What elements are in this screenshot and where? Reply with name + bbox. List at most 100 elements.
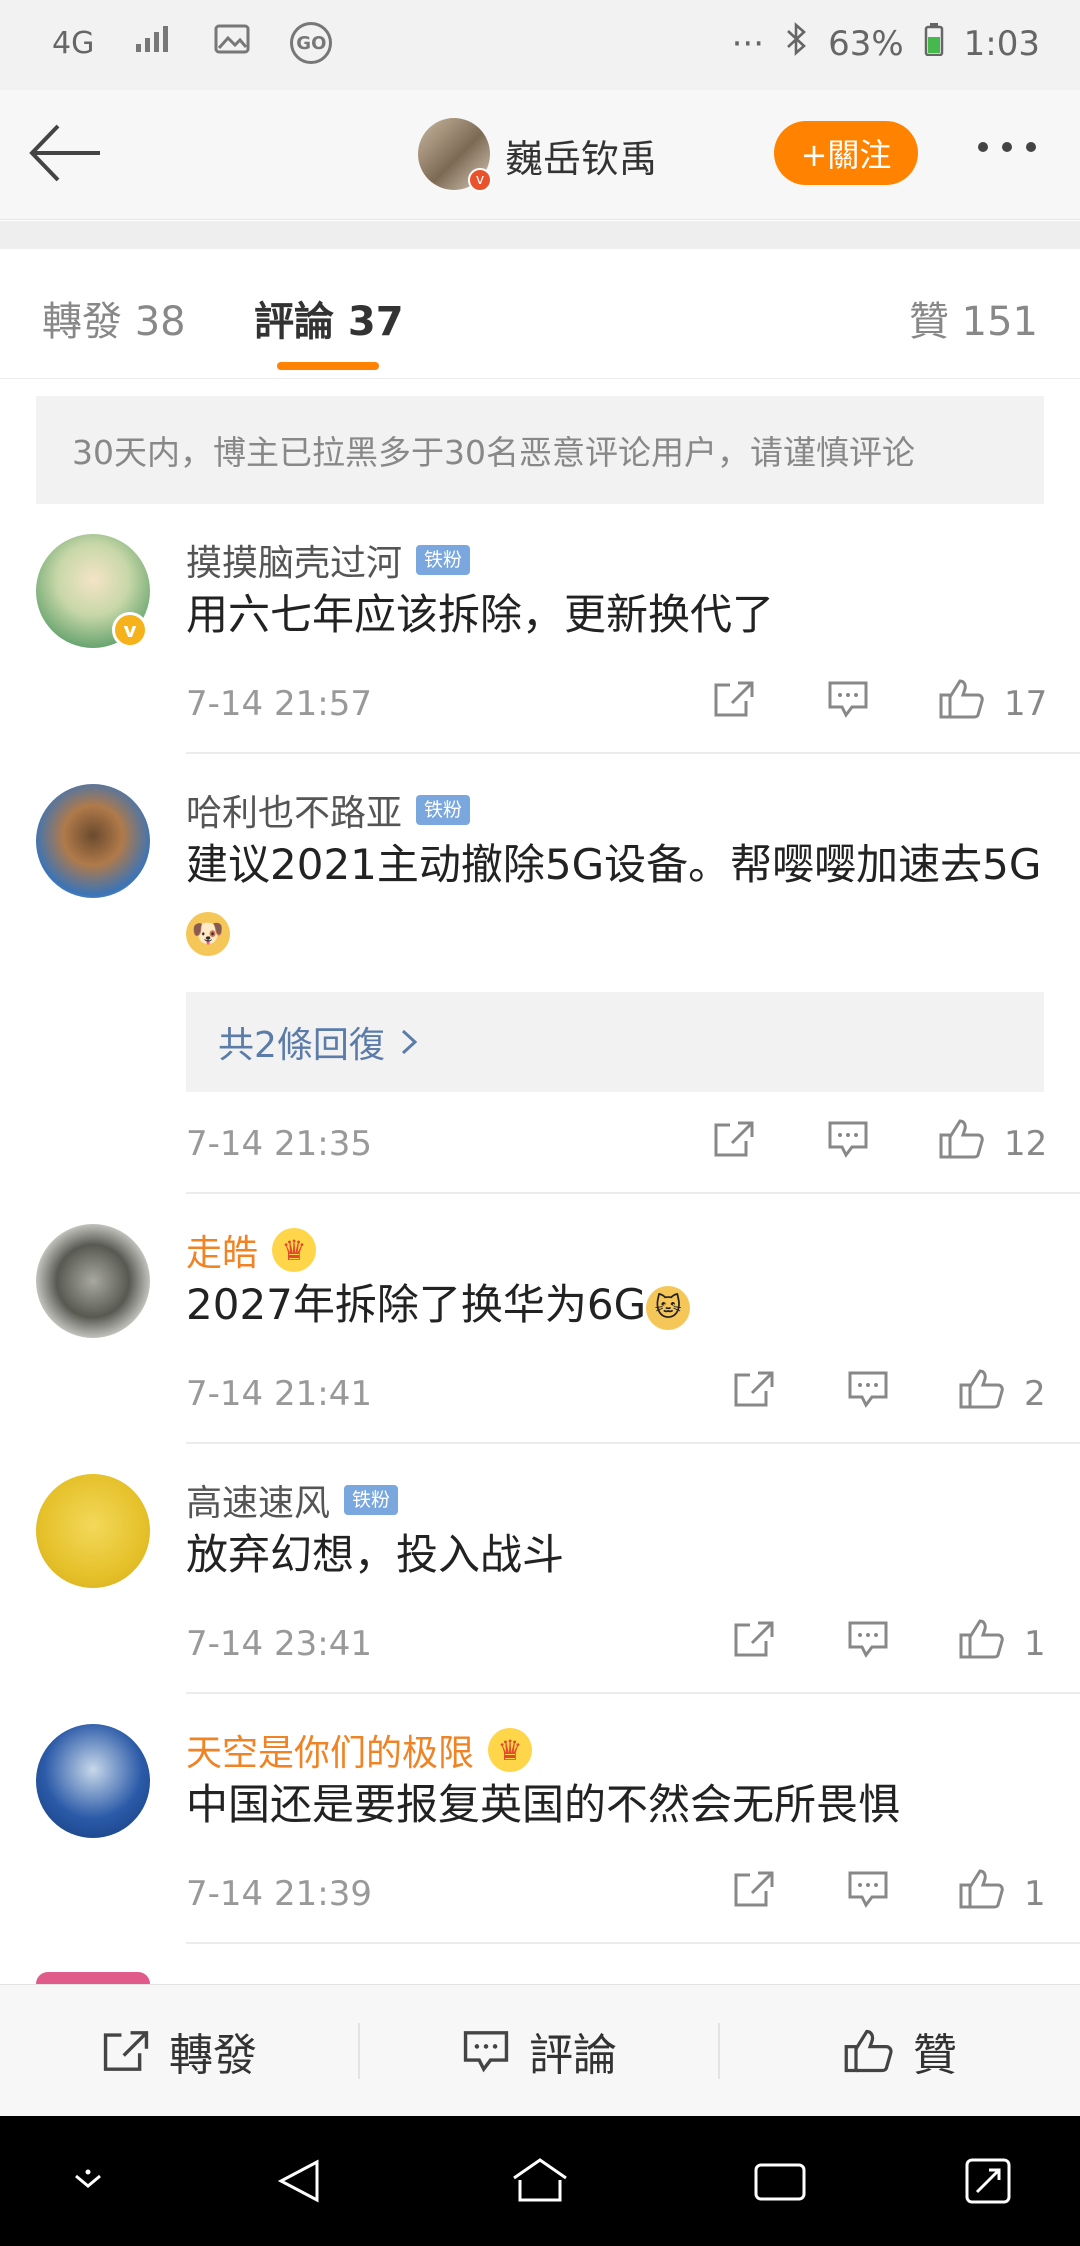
- comment-icon: [828, 1121, 868, 1158]
- comment-label: 評論: [529, 2030, 617, 2081]
- more-options-button[interactable]: [978, 142, 1036, 152]
- comment-button[interactable]: 評論: [360, 1985, 718, 2117]
- commenter-name[interactable]: 高速速风 铁粉: [186, 1474, 399, 1526]
- share-icon: [734, 1871, 774, 1907]
- verified-badge-icon: v: [468, 168, 492, 192]
- comment-time: 7-14 23:41: [186, 1624, 372, 1664]
- share-button[interactable]: [724, 1614, 784, 1664]
- commenter-name-text: 走皓: [186, 1233, 259, 1274]
- commenter-name[interactable]: 摸摸脑壳过河 铁粉: [186, 534, 471, 586]
- thumbs-up-icon: [844, 2029, 893, 2073]
- recent-apps-button[interactable]: [750, 2151, 810, 2211]
- author-name[interactable]: 巍岳钦禹: [505, 128, 657, 183]
- chevron-right-icon: [401, 1029, 418, 1055]
- share-icon: [734, 1621, 774, 1657]
- status-bar: 4G GO ··· 63% 1:03: [0, 0, 1080, 90]
- system-navigation-bar: [0, 2116, 1080, 2246]
- back-triangle-icon: [277, 2159, 319, 2203]
- comment-text: 建议2021主动撤除5G设备。帮嘤嘤加速去5G 🐶: [186, 832, 1044, 964]
- like-count: 1: [1024, 1874, 1046, 1914]
- tab-repost[interactable]: 轉發 38: [42, 289, 186, 347]
- recent-apps-icon: [754, 2163, 806, 2201]
- like-count: 2: [1024, 1374, 1046, 1414]
- tab-comments[interactable]: 評論 37: [254, 289, 404, 347]
- like-count: 17: [1004, 684, 1048, 724]
- reply-button[interactable]: [818, 1114, 878, 1164]
- comment-icon: [463, 2031, 509, 2073]
- like-button[interactable]: [952, 1364, 1012, 1414]
- like-count: 1: [1024, 1624, 1046, 1664]
- dot-icon: [1002, 142, 1012, 152]
- commenter-name-text: 摸摸脑壳过河: [186, 543, 403, 584]
- comment-text: 中国还是要报复英国的不然会无所畏惧: [186, 1780, 901, 1829]
- repost-label: 轉發: [169, 2030, 257, 2081]
- like-button[interactable]: [932, 674, 992, 724]
- chevron-down-icon: [75, 2169, 101, 2188]
- share-icon: [714, 681, 754, 717]
- bottom-action-bar: 轉發 評論 贊: [0, 1984, 1080, 2116]
- comment-divider: [186, 1692, 1080, 1694]
- comment-warning-notice: 30天内，博主已拉黑多于30名恶意评论用户，请谨慎评论: [36, 396, 1044, 504]
- reply-button[interactable]: [838, 1364, 898, 1414]
- fan-badge: 铁粉: [416, 795, 471, 825]
- verified-badge-icon: v: [112, 612, 148, 648]
- signal-icon: [134, 23, 174, 63]
- author-avatar[interactable]: v: [418, 118, 492, 192]
- battery-percent: 63%: [828, 23, 904, 64]
- replies-count: 共2條回復: [218, 1025, 385, 1066]
- commenter-name-text: 哈利也不路亚: [186, 793, 403, 834]
- comment-time: 7-14 21:41: [186, 1374, 372, 1414]
- screen-expand-button[interactable]: [958, 2151, 1018, 2211]
- commenter-name[interactable]: 哈利也不路亚 铁粉: [186, 784, 471, 836]
- top-navigation-bar: v 巍岳钦禹 +關注: [0, 90, 1080, 220]
- comment-time: 7-14 21:35: [186, 1124, 372, 1164]
- avatar[interactable]: [36, 784, 150, 898]
- comment-divider: [186, 1192, 1080, 1194]
- avatar[interactable]: [36, 1224, 150, 1338]
- comment-icon: [848, 1621, 888, 1658]
- reply-button[interactable]: [818, 674, 878, 724]
- reply-button[interactable]: [838, 1614, 898, 1664]
- fan-badge: 铁粉: [416, 545, 471, 575]
- share-button[interactable]: [724, 1364, 784, 1414]
- expand-icon: [965, 2158, 1011, 2204]
- commenter-name[interactable]: 走皓 ♛: [186, 1224, 317, 1276]
- like-post-button[interactable]: 贊: [720, 1985, 1080, 2117]
- battery-icon: [924, 22, 944, 65]
- back-button[interactable]: [26, 118, 106, 188]
- home-nav-button[interactable]: [510, 2151, 570, 2211]
- share-button[interactable]: [724, 1864, 784, 1914]
- image-icon: [214, 23, 250, 63]
- view-replies-button[interactable]: 共2條回復: [186, 992, 1044, 1092]
- avatar[interactable]: [36, 1474, 150, 1588]
- comment-time: 7-14 21:57: [186, 684, 372, 724]
- avatar[interactable]: [36, 1724, 150, 1838]
- comment-text: 2027年拆除了换华为6G 🐱: [186, 1272, 1046, 1338]
- commenter-name-text: 高速速风: [186, 1483, 331, 1524]
- commenter-name-text: 天空是你们的极限: [186, 1733, 475, 1774]
- cat-emoji-icon: 🐱: [646, 1285, 691, 1330]
- reply-button[interactable]: [838, 1864, 898, 1914]
- follow-button[interactable]: +關注: [774, 121, 918, 185]
- like-button[interactable]: [932, 1114, 992, 1164]
- comment-divider: [186, 752, 1080, 754]
- more-status-icon: ···: [731, 23, 765, 64]
- like-button[interactable]: [952, 1614, 1012, 1664]
- vip-crown-icon: ♛: [272, 1228, 317, 1272]
- share-button[interactable]: [704, 1114, 764, 1164]
- bluetooth-icon: [784, 22, 808, 65]
- commenter-name[interactable]: 天空是你们的极限 ♛: [186, 1724, 533, 1776]
- section-separator: [0, 221, 1080, 249]
- comment-text: 放弃幻想，投入战斗: [186, 1530, 565, 1579]
- comment-time: 7-14 21:39: [186, 1874, 372, 1914]
- share-icon: [103, 2031, 149, 2071]
- like-button[interactable]: [952, 1864, 1012, 1914]
- back-nav-button[interactable]: [270, 2151, 330, 2211]
- dot-icon: [978, 142, 988, 152]
- tab-likes[interactable]: 贊 151: [909, 289, 1038, 347]
- hide-keyboard-button[interactable]: [58, 2151, 118, 2211]
- thumbs-up-icon: [939, 1119, 984, 1159]
- comment-tabs: 轉發 38 評論 37 贊 151: [0, 249, 1080, 379]
- repost-button[interactable]: 轉發: [0, 1985, 358, 2117]
- share-button[interactable]: [704, 674, 764, 724]
